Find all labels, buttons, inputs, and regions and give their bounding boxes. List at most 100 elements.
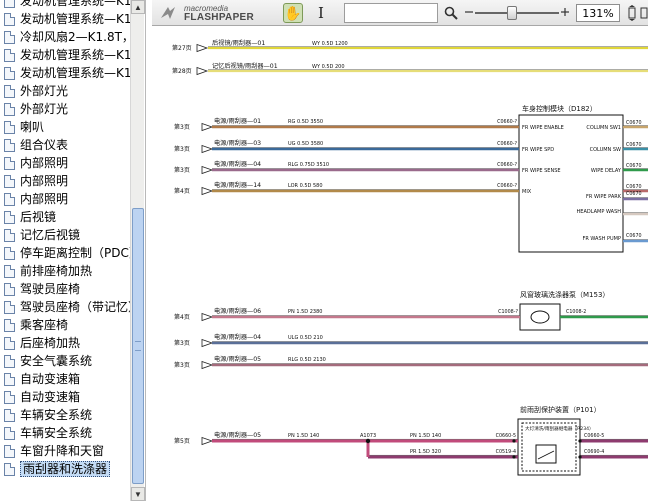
bookmark-item[interactable]: 自动变速箱 — [0, 370, 130, 388]
wire-spec: RG 0.5D 3550 — [288, 119, 323, 125]
connector-label: 记忆后视镜/雨刮器—01 — [212, 62, 278, 70]
bookmark-item[interactable]: 车辆安全系统 — [0, 406, 130, 424]
bookmark-item[interactable]: 发动机管理系统—K1.8T — [0, 0, 130, 10]
bookmark-item[interactable]: 发动机管理系统—K1.8T — [0, 10, 130, 28]
bookmark-item[interactable]: 乘客座椅 — [0, 316, 130, 334]
bookmark-label: 喇叭 — [20, 120, 45, 134]
wiring-diagram-page[interactable]: 第27页 后视镜/雨刮器—01 WY 0.5D 1200 第28页 记忆后视镜/雨刮器—… — [152, 27, 648, 501]
page-ref-label: 第3页 — [174, 339, 190, 347]
page-ref-label: 第3页 — [174, 166, 190, 174]
page-ref-arrow — [201, 122, 214, 132]
bookmark-item[interactable]: 停车距离控制（PDC） — [0, 244, 130, 262]
bookmark-item[interactable]: 内部照明 — [0, 190, 130, 208]
bcm-right-signal: COLUMN SW — [590, 147, 621, 153]
bookmark-scrollbar[interactable]: ▲ ▼ — [130, 0, 145, 501]
bookmark-label: 外部灯光 — [20, 84, 69, 98]
terminal-dot — [578, 455, 582, 459]
scroll-down-icon[interactable]: ▼ — [131, 487, 145, 501]
zoom-level-field[interactable]: 131% — [576, 4, 620, 22]
page-ref-arrow — [201, 436, 214, 446]
toolbar-more-icon[interactable] — [640, 3, 648, 23]
document-icon — [4, 156, 15, 170]
bookmark-item[interactable]: 内部照明 — [0, 154, 130, 172]
page-ref-arrow — [201, 360, 214, 370]
bookmark-item[interactable]: 发动机管理系统—K1.8T — [0, 64, 130, 82]
bookmark-item[interactable]: 内部照明 — [0, 172, 130, 190]
terminal-dot — [512, 455, 516, 459]
page-ref-label: 第3页 — [174, 361, 190, 369]
bookmark-label: 前排座椅加热 — [20, 264, 93, 278]
zoom-slider[interactable] — [475, 12, 559, 14]
document-icon — [4, 138, 15, 152]
scroll-up-icon[interactable]: ▲ — [131, 0, 145, 14]
wire-spec: UG 0.5D 3580 — [288, 141, 323, 147]
viewer-toolbar: macromedia FLASHPAPER ✋ I 131% — [152, 0, 648, 26]
bcm-signal-label: MIX — [522, 189, 532, 195]
search-input[interactable] — [344, 3, 438, 23]
bcm-right-signal: WIPE DELAY — [591, 168, 622, 174]
hand-tool-icon[interactable]: ✋ — [283, 3, 303, 23]
bookmark-item[interactable]: 后座椅加热 — [0, 334, 130, 352]
connector-label: 电源/雨刮器—03 — [214, 139, 261, 147]
connector-label: 后视镜/雨刮器—01 — [212, 39, 265, 47]
right-pin-label: C0690-4 — [584, 449, 604, 455]
page-ref-label: 第27页 — [172, 44, 192, 52]
document-icon — [4, 372, 15, 386]
bookmark-label: 组合仪表 — [20, 138, 69, 152]
document-icon — [4, 426, 15, 440]
splice-label: A1073 — [360, 433, 376, 439]
bookmark-item[interactable]: 组合仪表 — [0, 136, 130, 154]
bookmark-panel: 发动机管理系统—K1.8T 发动机管理系统—K1.8T 冷却风扇2—K1.8T，2 发… — [0, 0, 146, 501]
pin-label: C1008-? — [498, 309, 518, 315]
document-icon — [4, 0, 15, 8]
bookmark-label: 雨刮器和洗涤器 — [20, 461, 111, 477]
bookmark-item[interactable]: 发动机管理系统—K1.8T — [0, 46, 130, 64]
text-select-icon[interactable]: I — [311, 3, 331, 23]
right-pin-label: C0670 — [626, 191, 642, 197]
zoom-in-icon[interactable] — [560, 5, 570, 19]
bookmark-item[interactable]: 喇叭 — [0, 118, 130, 136]
wire-spec: PN 1.5D 140 — [410, 433, 441, 439]
page-ref-label: 第3页 — [174, 123, 190, 131]
bookmark-label: 记忆后视镜 — [20, 228, 81, 242]
right-pin-label: C0670 — [626, 184, 642, 190]
wire-spec: RLG 0.5D 2130 — [288, 357, 326, 363]
bookmark-item[interactable]: 自动变速箱 — [0, 388, 130, 406]
zoom-out-icon[interactable] — [464, 5, 474, 19]
page-ref-arrow — [201, 312, 214, 322]
document-icon — [4, 228, 15, 242]
bookmark-item[interactable]: 车窗升降和天窗 — [0, 442, 130, 460]
bookmark-item[interactable]: 前排座椅加热 — [0, 262, 130, 280]
bookmark-item[interactable]: 冷却风扇2—K1.8T，2 — [0, 28, 130, 46]
right-pin-label: C0670 — [626, 233, 642, 239]
bookmark-item[interactable]: 驾驶员座椅 — [0, 280, 130, 298]
bookmark-item[interactable]: 驾驶员座椅（带记忆） — [0, 298, 130, 316]
bookmark-item[interactable]: 外部灯光 — [0, 82, 130, 100]
bookmark-item[interactable]: 车辆安全系统 — [0, 424, 130, 442]
bookmark-label: 外部灯光 — [20, 102, 69, 116]
bookmark-item[interactable]: 后视镜 — [0, 208, 130, 226]
connector-label: 电源/雨刮器—05 — [214, 431, 261, 439]
bookmark-item[interactable]: 记忆后视镜 — [0, 226, 130, 244]
fit-page-icon[interactable] — [622, 3, 642, 23]
document-icon — [4, 102, 15, 116]
bcm-right-signal: FR WASH PUMP — [582, 236, 621, 242]
zoom-slider-thumb[interactable] — [507, 6, 517, 20]
document-icon — [4, 84, 15, 98]
document-icon — [4, 354, 15, 368]
document-icon — [4, 120, 15, 134]
search-icon[interactable] — [441, 3, 461, 23]
bookmark-item[interactable]: 安全气囊系统 — [0, 352, 130, 370]
wire-spec: RLG 0.75D 3510 — [288, 162, 329, 168]
bookmark-item[interactable]: 雨刮器和洗涤器 — [0, 460, 130, 478]
bookmark-label: 乘客座椅 — [20, 318, 69, 332]
bookmark-item[interactable]: 外部灯光 — [0, 100, 130, 118]
wire-spec: ULG 0.5D 210 — [288, 335, 323, 341]
pin-label: C0660-? — [497, 183, 517, 189]
pin-label: C0660-? — [497, 141, 517, 147]
document-icon — [4, 282, 15, 296]
pump-motor-symbol — [530, 310, 550, 324]
page-ref-arrow — [201, 144, 214, 154]
flashpaper-logo: macromedia FLASHPAPER — [158, 3, 266, 23]
scroll-thumb[interactable] — [132, 208, 144, 484]
